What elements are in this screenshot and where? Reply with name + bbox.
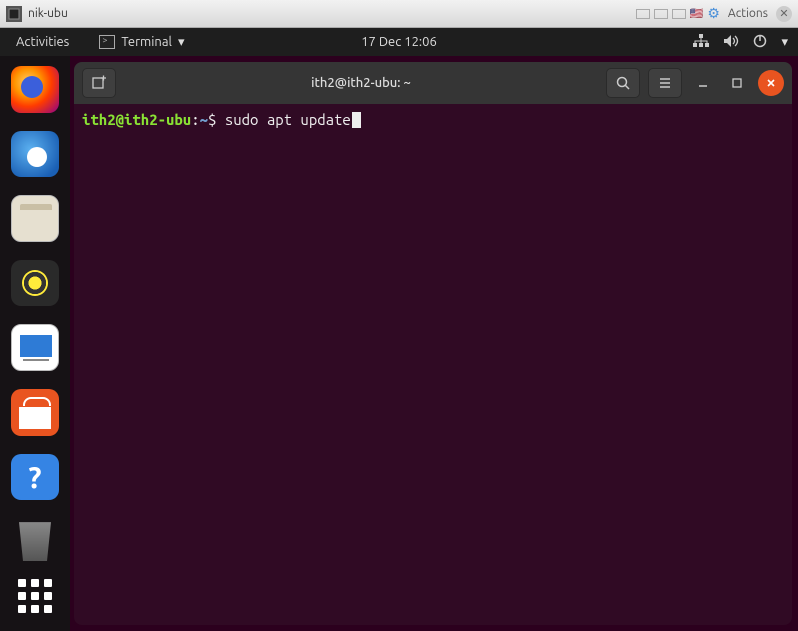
show-applications-button[interactable] xyxy=(18,579,52,613)
vm-indicator-icon xyxy=(636,9,650,19)
activities-button[interactable]: Activities xyxy=(10,35,75,49)
chevron-down-icon: ▾ xyxy=(178,35,185,50)
terminal-window: ith2@ith2-ubu: ~ ith2@ith2-ubu:~$ sudo a… xyxy=(74,62,792,625)
network-icon[interactable] xyxy=(693,34,709,51)
chevron-down-icon[interactable]: ▾ xyxy=(781,35,788,50)
dock-item-trash[interactable] xyxy=(15,522,55,561)
vm-titlebar: nik-ubu 🇺🇸 ⚙ Actions ✕ xyxy=(0,0,798,28)
close-button[interactable] xyxy=(758,70,784,96)
vm-indicators: 🇺🇸 ⚙ Actions ✕ xyxy=(636,5,792,22)
terminal-icon xyxy=(99,35,115,49)
vm-window-icon xyxy=(6,6,22,22)
volume-icon[interactable] xyxy=(723,34,739,51)
vm-keyboard-flag-icon[interactable]: 🇺🇸 xyxy=(690,7,704,20)
dock-item-thunderbird[interactable] xyxy=(11,131,59,178)
gnome-top-bar: Activities Terminal ▾ 17 Dec 12:06 ▾ xyxy=(0,28,798,56)
prompt-user-host: ith2@ith2-ubu xyxy=(82,111,191,128)
desktop: ? ith2@ith2-ubu: ~ xyxy=(0,56,798,631)
vm-actions-menu[interactable]: Actions xyxy=(728,7,768,20)
system-tray: ▾ xyxy=(693,34,788,51)
clock[interactable]: 17 Dec 12:06 xyxy=(361,35,437,49)
dock-item-ubuntu-software[interactable] xyxy=(11,389,59,436)
terminal-title: ith2@ith2-ubu: ~ xyxy=(124,76,598,90)
dock-item-rhythmbox[interactable] xyxy=(11,260,59,307)
dock: ? xyxy=(0,56,70,631)
terminal-body[interactable]: ith2@ith2-ubu:~$ sudo apt update xyxy=(74,104,792,625)
dock-item-libreoffice-writer[interactable] xyxy=(11,324,59,371)
app-menu-terminal[interactable]: Terminal ▾ xyxy=(99,35,184,50)
power-icon[interactable] xyxy=(753,34,767,51)
dock-item-help[interactable]: ? xyxy=(11,454,59,501)
new-tab-button[interactable] xyxy=(82,68,116,98)
cursor-icon xyxy=(352,112,361,128)
hamburger-menu-button[interactable] xyxy=(648,68,682,98)
terminal-headerbar: ith2@ith2-ubu: ~ xyxy=(74,62,792,104)
dock-item-firefox[interactable] xyxy=(11,66,59,113)
dock-item-files[interactable] xyxy=(11,195,59,242)
vm-window-title: nik-ubu xyxy=(28,7,636,20)
app-menu-label: Terminal xyxy=(121,35,172,49)
vm-close-button[interactable]: ✕ xyxy=(776,6,792,22)
maximize-button[interactable] xyxy=(724,70,750,96)
prompt-path: ~ xyxy=(200,111,208,128)
minimize-button[interactable] xyxy=(690,70,716,96)
vm-indicator-icon xyxy=(672,9,686,19)
prompt-separator: : xyxy=(191,111,199,128)
gear-icon[interactable]: ⚙ xyxy=(707,5,720,22)
search-button[interactable] xyxy=(606,68,640,98)
terminal-command: sudo apt update xyxy=(225,111,351,128)
vm-indicator-icon xyxy=(654,9,668,19)
prompt-symbol: $ xyxy=(208,111,216,128)
